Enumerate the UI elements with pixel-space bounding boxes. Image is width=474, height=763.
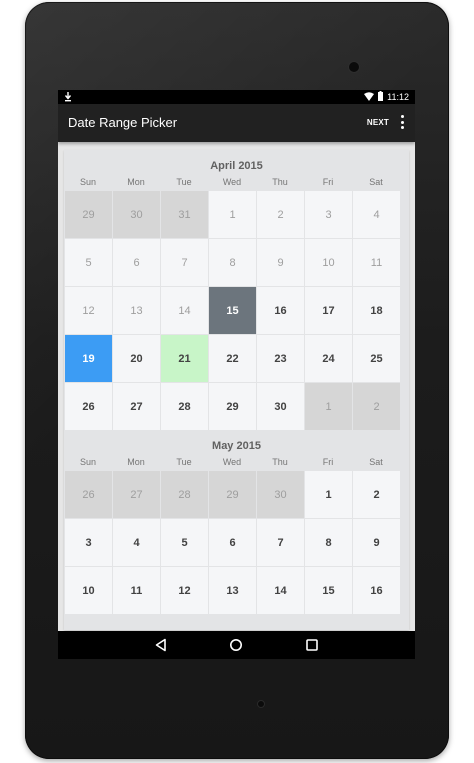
day-cell[interactable]: 25 bbox=[353, 335, 400, 382]
day-cell[interactable]: 15 bbox=[305, 567, 352, 614]
month-title: May 2015 bbox=[212, 440, 261, 452]
weekday-label: Sat bbox=[369, 177, 383, 187]
weekday-label: Thu bbox=[272, 177, 288, 187]
app-title: Date Range Picker bbox=[68, 115, 178, 130]
day-cell[interactable]: 13 bbox=[209, 567, 256, 614]
day-cell: 2 bbox=[257, 191, 304, 238]
day-cell: 14 bbox=[161, 287, 208, 334]
weekday-label: Mon bbox=[127, 177, 145, 187]
day-cell[interactable]: 29 bbox=[209, 383, 256, 430]
next-button[interactable]: NEXT bbox=[367, 118, 389, 127]
day-cell[interactable]: 23 bbox=[257, 335, 304, 382]
overflow-menu-icon[interactable] bbox=[399, 115, 405, 129]
day-cell: 3 bbox=[305, 191, 352, 238]
weekday-label: Wed bbox=[222, 177, 242, 187]
recents-icon[interactable] bbox=[304, 637, 320, 653]
day-cell: 12 bbox=[65, 287, 112, 334]
day-cell: 8 bbox=[209, 239, 256, 286]
day-cell[interactable]: 24 bbox=[305, 335, 352, 382]
day-cell[interactable]: 17 bbox=[305, 287, 352, 334]
weekday-label: Fri bbox=[322, 457, 334, 467]
day-cell[interactable]: 16 bbox=[353, 567, 400, 614]
outside-month-day: 30 bbox=[257, 471, 304, 518]
clock-text: 11:12 bbox=[387, 92, 409, 102]
home-icon[interactable] bbox=[228, 637, 244, 653]
navigation-bar bbox=[58, 631, 415, 659]
day-cell[interactable]: 6 bbox=[209, 519, 256, 566]
day-cell: 13 bbox=[113, 287, 160, 334]
day-cell: 7 bbox=[161, 239, 208, 286]
day-cell[interactable]: 1 bbox=[305, 471, 352, 518]
day-cell: 9 bbox=[257, 239, 304, 286]
day-cell: 10 bbox=[305, 239, 352, 286]
day-cell: 6 bbox=[113, 239, 160, 286]
day-cell[interactable]: 11 bbox=[113, 567, 160, 614]
day-cell: 1 bbox=[209, 191, 256, 238]
front-camera-icon bbox=[349, 62, 359, 72]
outside-month-day: 30 bbox=[113, 191, 160, 238]
weekday-label: Sat bbox=[369, 457, 383, 467]
weekday-label: Mon bbox=[127, 457, 145, 467]
day-cell[interactable]: 20 bbox=[113, 335, 160, 382]
day-cell[interactable]: 4 bbox=[113, 519, 160, 566]
outside-month-day: 27 bbox=[113, 471, 160, 518]
calendar-list[interactable]: April 2015 Sun Mon Tue Wed Thu Fri Sat 29 30 31 1 2 3… bbox=[64, 150, 409, 630]
day-cell[interactable]: 18 bbox=[353, 287, 400, 334]
download-icon bbox=[64, 92, 72, 102]
outside-month-day: 31 bbox=[161, 191, 208, 238]
day-cell[interactable]: 28 bbox=[161, 383, 208, 430]
day-cell[interactable]: 26 bbox=[65, 383, 112, 430]
range-end-day[interactable]: 21 bbox=[161, 335, 208, 382]
day-cell[interactable]: 12 bbox=[161, 567, 208, 614]
today-day[interactable]: 15 bbox=[209, 287, 256, 334]
day-cell[interactable]: 5 bbox=[161, 519, 208, 566]
day-cell[interactable]: 9 bbox=[353, 519, 400, 566]
month-section: April 2015 Sun Mon Tue Wed Thu Fri Sat 29 30 31 1 2 3… bbox=[64, 150, 409, 430]
day-cell[interactable]: 14 bbox=[257, 567, 304, 614]
day-cell: 5 bbox=[65, 239, 112, 286]
day-cell: 11 bbox=[353, 239, 400, 286]
back-icon[interactable] bbox=[153, 637, 169, 653]
weekday-label: Tue bbox=[176, 177, 192, 187]
screen: 11:12 Date Range Picker NEXT April 2015 S… bbox=[58, 90, 415, 659]
outside-month-day: 28 bbox=[161, 471, 208, 518]
wifi-icon bbox=[364, 91, 375, 103]
outside-month-day: 29 bbox=[65, 191, 112, 238]
day-cell[interactable]: 7 bbox=[257, 519, 304, 566]
outside-month-day: 1 bbox=[305, 383, 352, 430]
day-cell[interactable]: 2 bbox=[353, 471, 400, 518]
weekday-label: Sun bbox=[79, 457, 96, 467]
day-cell[interactable]: 10 bbox=[65, 567, 112, 614]
weekday-label: Tue bbox=[176, 457, 192, 467]
day-cell: 4 bbox=[353, 191, 400, 238]
weekday-label: Wed bbox=[222, 457, 242, 467]
weekday-label: Thu bbox=[272, 457, 288, 467]
day-cell[interactable]: 16 bbox=[257, 287, 304, 334]
app-bar: Date Range Picker NEXT bbox=[58, 104, 415, 142]
day-cell[interactable]: 3 bbox=[65, 519, 112, 566]
day-cell[interactable]: 22 bbox=[209, 335, 256, 382]
outside-month-day: 2 bbox=[353, 383, 400, 430]
status-bar: 11:12 bbox=[58, 90, 415, 104]
weekday-label: Fri bbox=[322, 177, 334, 187]
weekday-label: Sun bbox=[79, 177, 96, 187]
day-cell[interactable]: 8 bbox=[305, 519, 352, 566]
day-cell[interactable]: 27 bbox=[113, 383, 160, 430]
range-start-day[interactable]: 19 bbox=[65, 335, 112, 382]
sensor-icon bbox=[258, 701, 264, 707]
month-title: April 2015 bbox=[210, 160, 263, 172]
outside-month-day: 26 bbox=[65, 471, 112, 518]
outside-month-day: 29 bbox=[209, 471, 256, 518]
month-section: May 2015 Sun Mon Tue Wed Thu Fri Sat 26 27 28 29 30 1… bbox=[64, 430, 409, 614]
battery-icon bbox=[378, 91, 384, 103]
day-cell[interactable]: 30 bbox=[257, 383, 304, 430]
